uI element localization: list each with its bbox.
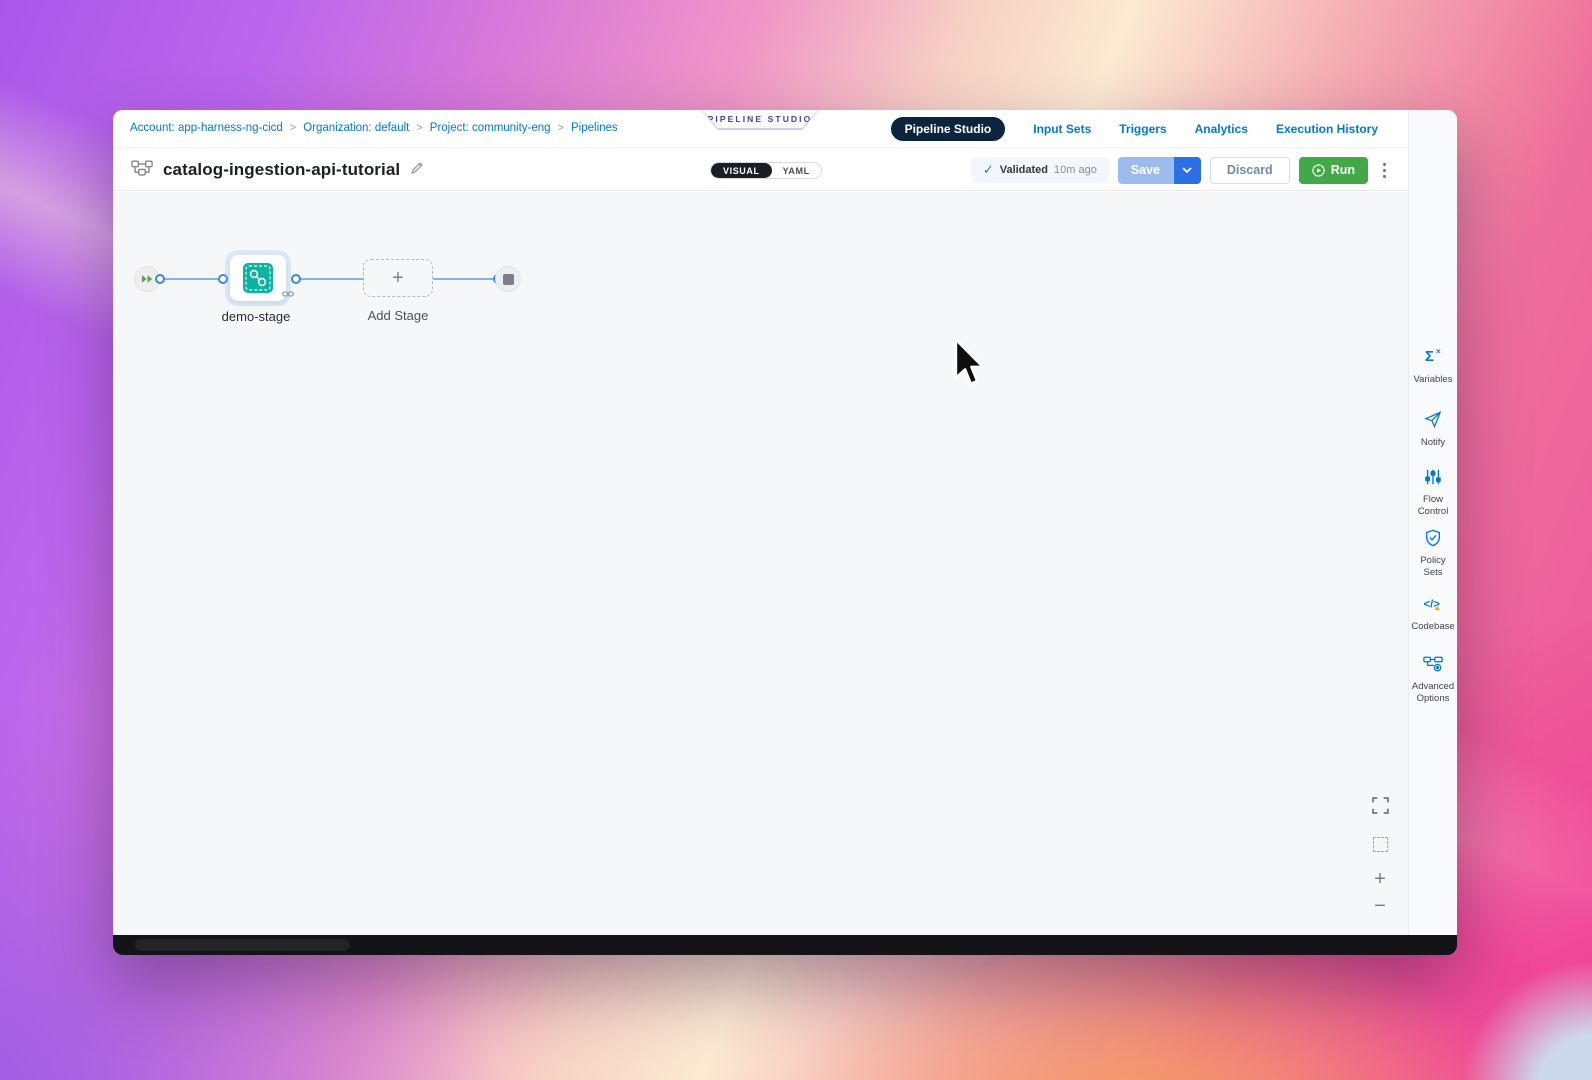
rail-item-advanced-options[interactable]: Advanced Options	[1409, 656, 1457, 705]
main-content: Account: app-harness-ng-cicd > Organizatio…	[113, 110, 1408, 935]
svg-text:×: ×	[1436, 347, 1441, 356]
run-play-icon	[1312, 164, 1325, 177]
pipeline-canvas[interactable]: + demo-stage Add Stage +	[113, 192, 1408, 935]
add-stage-button[interactable]: +	[363, 259, 433, 297]
pipeline-studio-badge-label: PIPELINE STUDIO	[702, 110, 818, 128]
breadcrumb-separator: >	[416, 122, 422, 134]
save-dropdown-button[interactable]	[1173, 157, 1201, 184]
toggle-yaml[interactable]: YAML	[772, 164, 821, 178]
sliders-icon	[1424, 468, 1442, 486]
frame-select-icon[interactable]	[1369, 837, 1391, 852]
run-button[interactable]: Run	[1299, 157, 1368, 184]
header-actions: ✓ Validated 10m ago Save Discard	[971, 156, 1391, 184]
validated-time: 10m ago	[1054, 164, 1097, 176]
connector-port[interactable]	[218, 274, 228, 284]
rail-item-variables[interactable]: Σ × Variables	[1409, 346, 1457, 386]
zoom-in-button[interactable]: +	[1369, 870, 1391, 888]
stage-link-icon	[282, 285, 294, 303]
save-button[interactable]: Save	[1118, 157, 1173, 184]
rail-label: Variables	[1409, 374, 1457, 386]
pipeline-studio-badge: PIPELINE STUDIO	[701, 110, 819, 130]
save-split-button: Save	[1118, 157, 1201, 184]
header-bar: catalog-ingestion-api-tutorial VISUAL YA…	[113, 147, 1408, 191]
studio-nav: Pipeline Studio Input Sets Triggers Anal…	[891, 117, 1378, 141]
custom-stage-icon	[243, 263, 273, 293]
rail-label: Advanced Options	[1409, 681, 1457, 705]
codebase-icon: </>	[1422, 594, 1444, 613]
validated-status: Validated	[1000, 164, 1048, 176]
connector-edge	[160, 278, 223, 280]
fit-to-screen-icon[interactable]	[1369, 797, 1391, 819]
shield-check-icon	[1424, 529, 1442, 547]
background-window-pill	[135, 939, 350, 951]
paper-plane-icon	[1423, 410, 1443, 429]
zoom-out-button[interactable]: −	[1369, 897, 1391, 915]
breadcrumb-project[interactable]: Project: community-eng	[430, 122, 551, 134]
tab-analytics[interactable]: Analytics	[1195, 122, 1248, 136]
tab-input-sets[interactable]: Input Sets	[1033, 122, 1091, 136]
stage-label[interactable]: demo-stage	[190, 309, 322, 324]
connector-edge	[299, 278, 363, 280]
top-bar: Account: app-harness-ng-cicd > Organizatio…	[113, 110, 1408, 147]
sigma-variables-icon: Σ ×	[1423, 346, 1443, 366]
rail-label: Policy Sets	[1409, 555, 1457, 579]
pipeline-icon	[131, 160, 153, 181]
breadcrumb-separator: >	[290, 122, 296, 134]
visual-yaml-toggle: VISUAL YAML	[710, 162, 822, 179]
start-play-icon	[141, 274, 154, 284]
breadcrumb-account[interactable]: Account: app-harness-ng-cicd	[130, 122, 283, 134]
background-window-bar	[113, 935, 1457, 955]
tab-triggers[interactable]: Triggers	[1119, 122, 1166, 136]
mouse-cursor	[948, 338, 986, 397]
pipeline-studio-window: Account: app-harness-ng-cicd > Organizatio…	[113, 110, 1457, 935]
tab-pipeline-studio[interactable]: Pipeline Studio	[891, 117, 1006, 141]
rail-item-notify[interactable]: Notify	[1409, 410, 1457, 449]
breadcrumb-organization[interactable]: Organization: default	[303, 122, 409, 134]
breadcrumb: Account: app-harness-ng-cicd > Organizatio…	[130, 122, 618, 134]
stop-square-icon	[503, 274, 514, 285]
rail-label: Codebase	[1409, 621, 1457, 633]
app-window: Account: app-harness-ng-cicd > Organizatio…	[113, 110, 1457, 955]
stage-node-demo-stage[interactable]	[230, 255, 286, 301]
advanced-options-icon	[1423, 656, 1443, 673]
validated-chip: ✓ Validated 10m ago	[971, 157, 1109, 183]
pipeline-end-node	[495, 266, 521, 292]
connector-port[interactable]	[155, 274, 165, 284]
edit-pencil-icon[interactable]	[410, 161, 424, 180]
tab-execution-history[interactable]: Execution History	[1276, 122, 1378, 136]
connector-edge	[433, 278, 498, 280]
chevron-down-icon	[1182, 167, 1192, 173]
plus-icon: +	[392, 267, 404, 290]
discard-button[interactable]: Discard	[1210, 157, 1290, 184]
rail-item-policy-sets[interactable]: Policy Sets	[1409, 529, 1457, 579]
run-button-label: Run	[1331, 163, 1355, 177]
rail-item-flow-control[interactable]: Flow Control	[1409, 468, 1457, 518]
breadcrumb-separator: >	[558, 122, 564, 134]
toggle-visual[interactable]: VISUAL	[711, 163, 772, 178]
more-options-kebab-icon[interactable]	[1377, 157, 1391, 184]
page-title: catalog-ingestion-api-tutorial	[163, 160, 400, 180]
rail-item-codebase[interactable]: </> Codebase	[1409, 594, 1457, 633]
svg-text:Σ: Σ	[1425, 348, 1434, 365]
validated-check-icon: ✓	[983, 162, 994, 178]
add-stage-label[interactable]: Add Stage	[343, 308, 453, 323]
rail-label: Notify	[1409, 437, 1457, 449]
right-tool-rail: Σ × Variables Notify Flow Control	[1408, 110, 1457, 935]
rail-label: Flow Control	[1409, 494, 1457, 518]
connector-port[interactable]	[291, 274, 301, 284]
breadcrumb-pipelines[interactable]: Pipelines	[571, 122, 618, 134]
